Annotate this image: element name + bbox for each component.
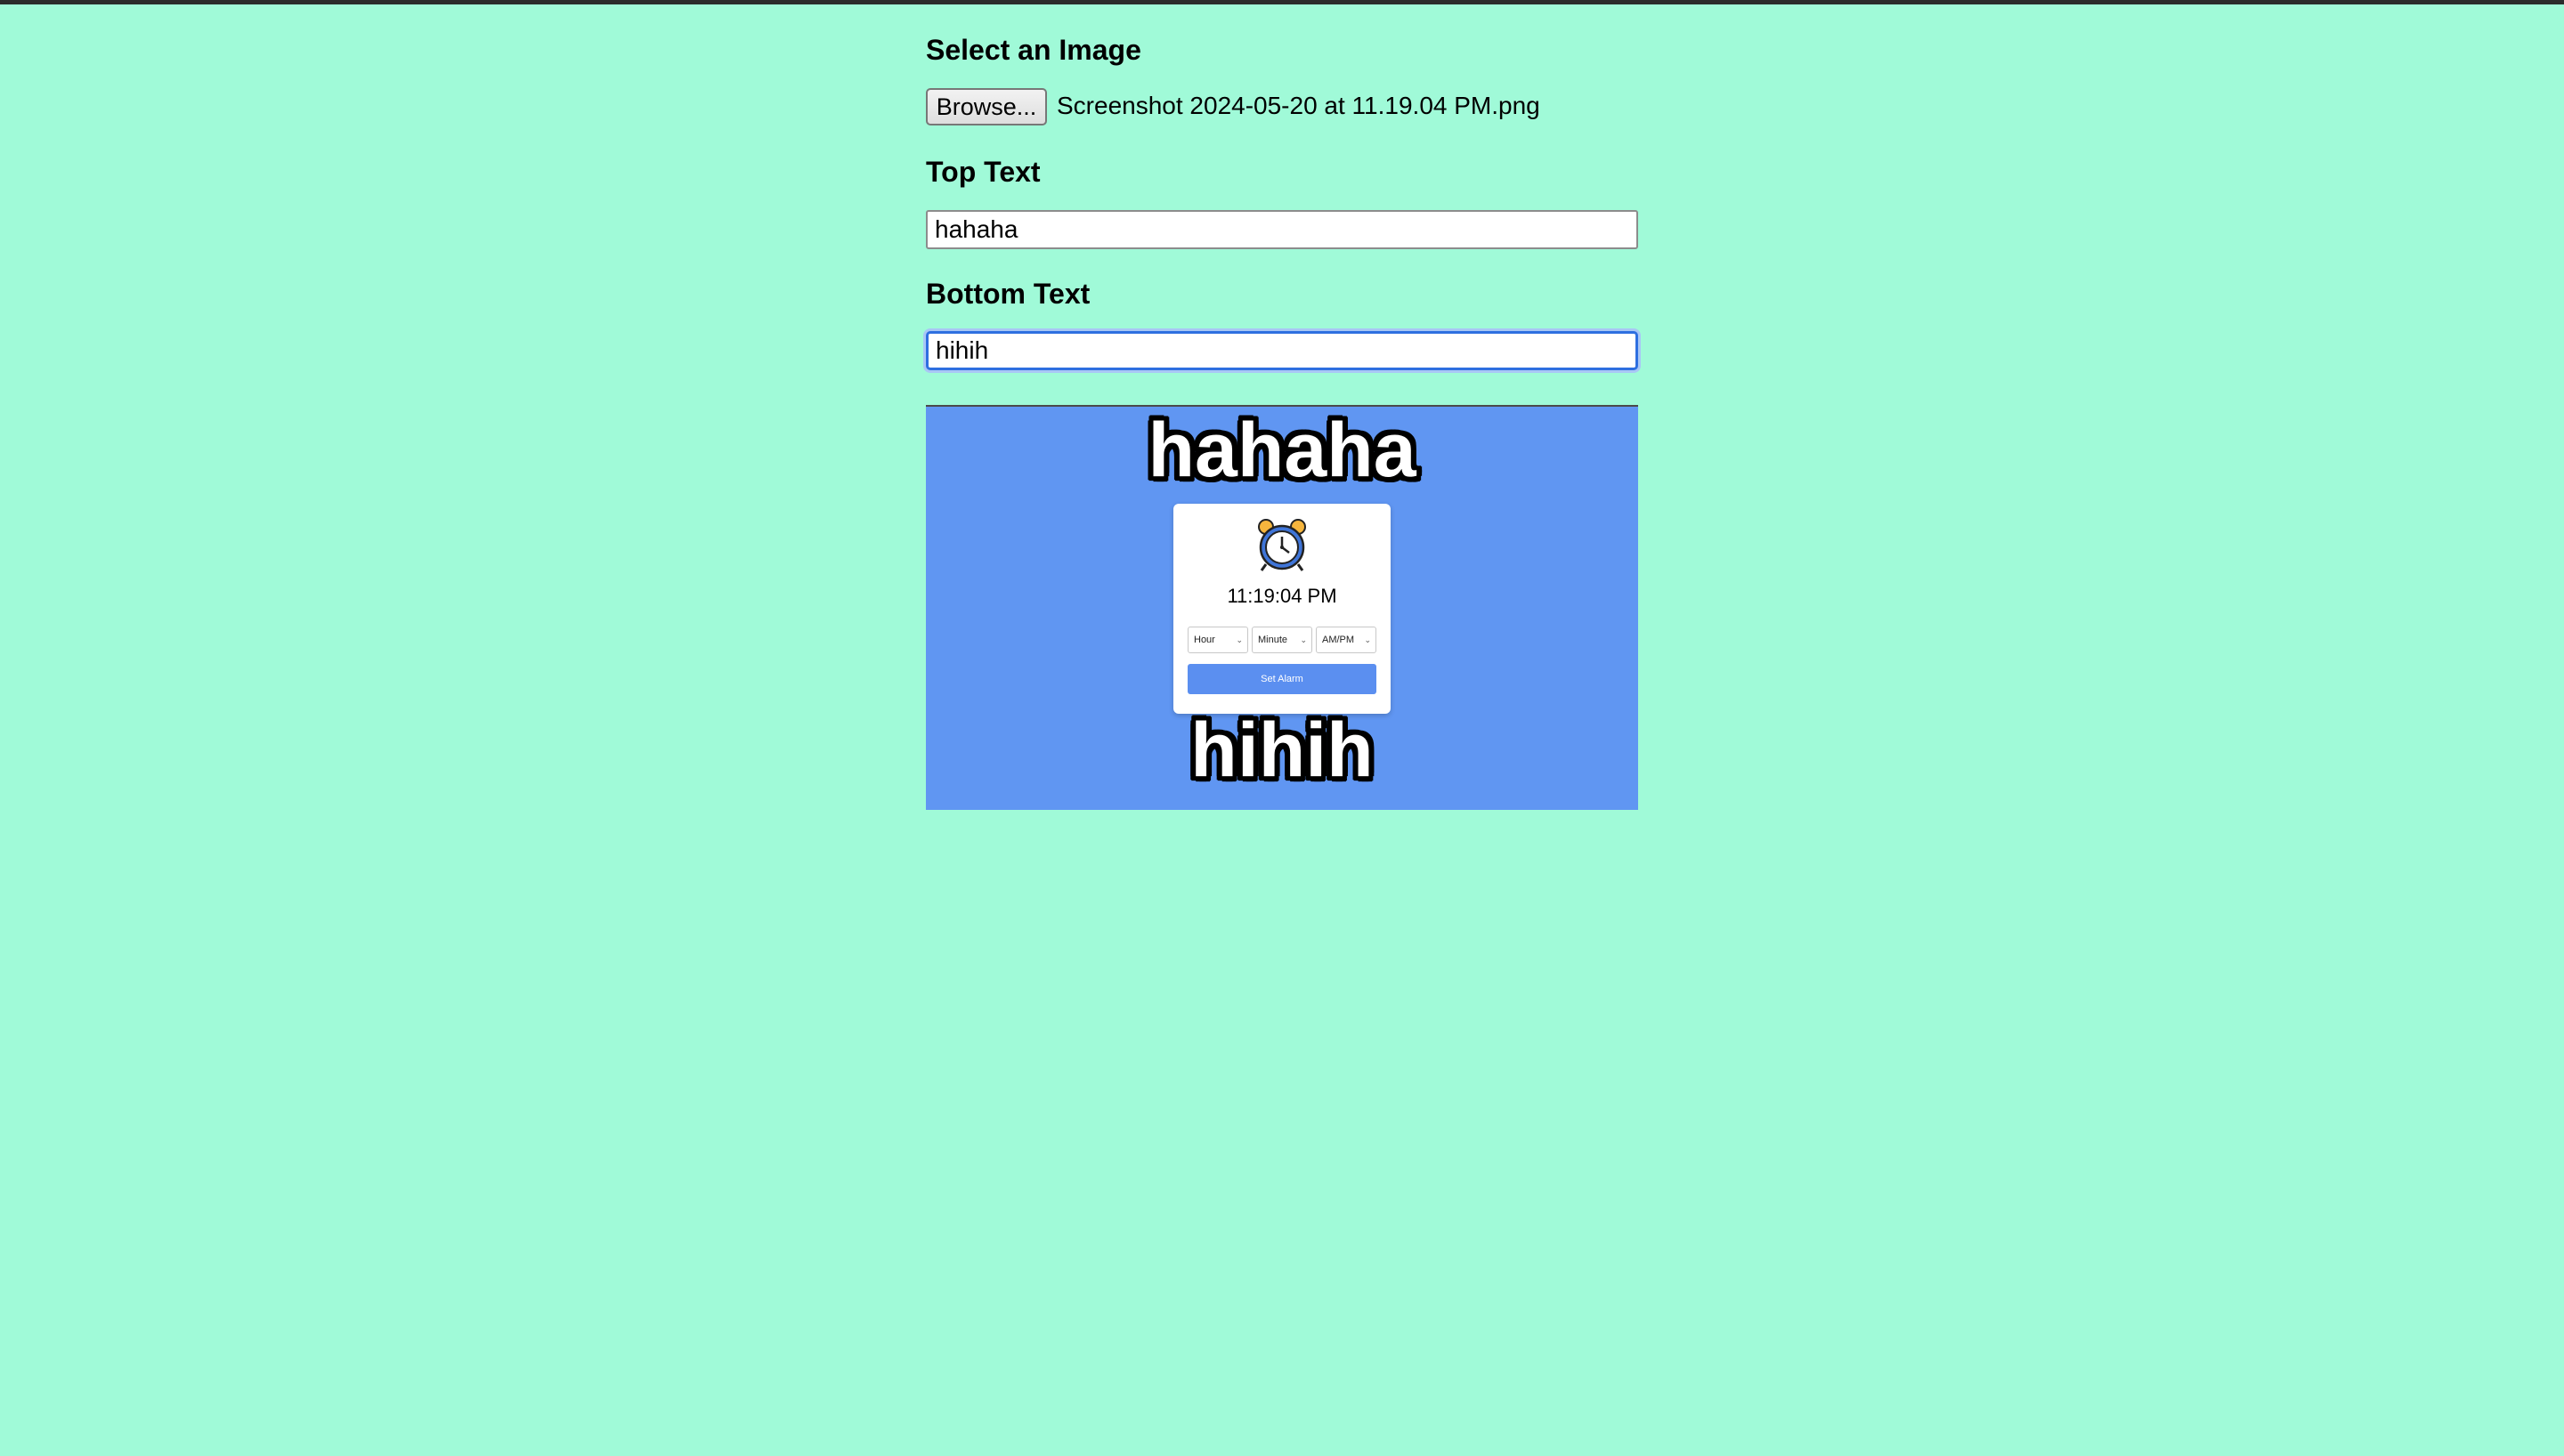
- chevron-down-icon: ⌄: [1236, 635, 1243, 644]
- browse-button[interactable]: Browse...: [926, 88, 1047, 125]
- alarm-current-time: 11:19:04 PM: [1227, 585, 1337, 607]
- top-text-input[interactable]: [926, 210, 1638, 249]
- meme-top-text: hahaha: [1148, 408, 1416, 493]
- bottom-text-heading: Bottom Text: [926, 278, 1091, 310]
- top-text-heading: Top Text: [926, 156, 1041, 188]
- bottom-text-input[interactable]: [926, 331, 1638, 370]
- chevron-down-icon: ⌄: [1364, 635, 1371, 644]
- window-top-border: [0, 0, 2564, 4]
- selected-file-name: Screenshot 2024-05-20 at 11.19.04 PM.png: [1057, 92, 1540, 119]
- meme-preview: 11:19:04 PM Hour ⌄ Minute ⌄ AM/PM ⌄ Set Ala…: [926, 405, 1638, 810]
- embedded-alarm-card: 11:19:04 PM Hour ⌄ Minute ⌄ AM/PM ⌄ Set Ala…: [1173, 504, 1391, 714]
- select-image-heading: Select an Image: [926, 34, 1141, 66]
- chevron-down-icon: ⌄: [1300, 635, 1307, 644]
- ampm-select: AM/PM ⌄: [1316, 627, 1376, 653]
- hour-select: Hour ⌄: [1188, 627, 1248, 653]
- set-alarm-button: Set Alarm: [1188, 664, 1376, 694]
- meme-bottom-text: hihih: [1190, 708, 1374, 793]
- alarm-clock-icon: [1258, 519, 1306, 571]
- minute-select: Minute ⌄: [1252, 627, 1312, 653]
